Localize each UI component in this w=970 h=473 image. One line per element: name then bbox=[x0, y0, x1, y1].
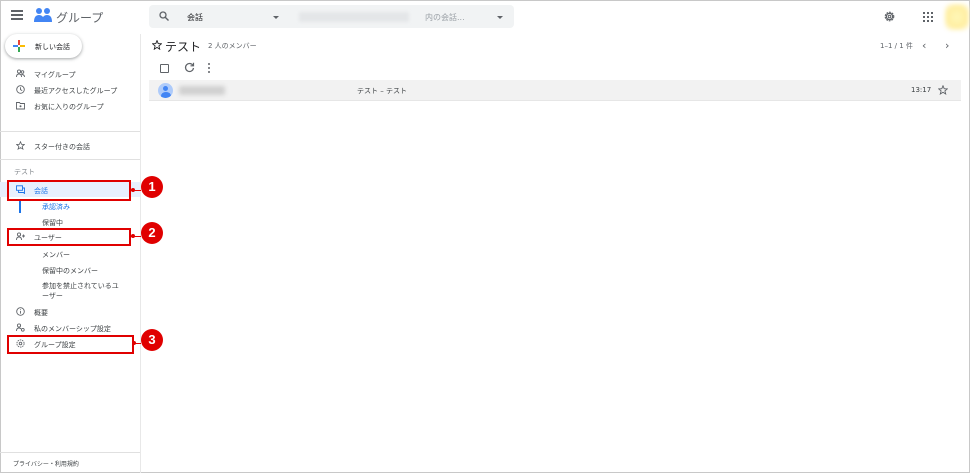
sidebar-item-label: 私のメンバーシップ設定 bbox=[34, 325, 111, 333]
select-all-checkbox[interactable] bbox=[160, 64, 169, 73]
sidebar-subitem-banned-users[interactable]: 参加を禁止されているユ ーザー bbox=[42, 281, 119, 301]
next-page-icon[interactable]: › bbox=[945, 39, 949, 52]
search-scope-select[interactable]: 会話 bbox=[187, 12, 203, 23]
more-options-icon[interactable] bbox=[208, 63, 211, 73]
sidebar-item-favorite-groups[interactable]: お気に入りのグループ bbox=[0, 98, 140, 113]
new-conversation-label: 新しい会話 bbox=[35, 43, 70, 51]
callout-badge-2: 2 bbox=[141, 222, 163, 244]
plus-icon bbox=[13, 40, 25, 52]
sidebar-subitem-members[interactable]: メンバー bbox=[42, 250, 70, 260]
search-icon[interactable] bbox=[159, 11, 169, 21]
sender-name-redacted bbox=[179, 86, 225, 95]
conversation-row[interactable]: テスト – テスト 13:17 bbox=[149, 80, 961, 101]
search-group-name-redacted bbox=[299, 12, 409, 22]
callout-dot-3 bbox=[132, 341, 136, 345]
hamburger-menu-icon[interactable] bbox=[11, 10, 23, 22]
group-title: テスト bbox=[165, 40, 202, 54]
sidebar-divider bbox=[0, 159, 140, 160]
settings-gear-icon[interactable] bbox=[883, 10, 896, 23]
sender-avatar bbox=[158, 83, 173, 98]
member-count[interactable]: 2 人のメンバー bbox=[208, 41, 257, 51]
search-input[interactable]: 内の会話... bbox=[425, 12, 465, 23]
refresh-icon[interactable] bbox=[184, 62, 195, 73]
sidebar-border bbox=[140, 34, 141, 473]
callout-dot-2 bbox=[131, 234, 135, 238]
group-section-label: テスト bbox=[14, 168, 35, 176]
sidebar-item-label: スター付きの会話 bbox=[34, 143, 90, 151]
sidebar-subitem-approved[interactable]: 承認済み bbox=[42, 202, 70, 212]
conversation-subject: テスト – テスト bbox=[357, 87, 407, 95]
favorite-group-star-icon[interactable] bbox=[152, 40, 162, 50]
previous-page-icon[interactable]: ‹ bbox=[922, 39, 926, 52]
app-title[interactable]: グループ bbox=[56, 9, 103, 26]
sidebar-divider bbox=[0, 131, 140, 132]
sidebar-item-about[interactable]: 概要 bbox=[0, 304, 140, 319]
banned-users-label-line1: 参加を禁止されているユ bbox=[42, 282, 119, 290]
clock-icon bbox=[16, 85, 25, 94]
star-conversation-icon[interactable] bbox=[938, 85, 948, 95]
new-conversation-button[interactable]: 新しい会話 bbox=[5, 34, 82, 58]
sidebar-item-label: 概要 bbox=[34, 309, 48, 317]
pagination-range: 1–1 / 1 件 bbox=[880, 42, 913, 50]
sidebar-item-label: お気に入りのグループ bbox=[34, 103, 104, 111]
banned-users-label-line2: ーザー bbox=[42, 292, 63, 300]
groups-icon bbox=[16, 69, 25, 78]
sidebar-subitem-pending-members[interactable]: 保留中のメンバー bbox=[42, 266, 98, 276]
folder-star-icon bbox=[16, 102, 25, 110]
sidebar-item-recent-groups[interactable]: 最近アクセスしたグループ bbox=[0, 82, 140, 97]
sidebar-item-my-groups[interactable]: マイグループ bbox=[0, 66, 140, 81]
search-bar[interactable]: 会話 内の会話... bbox=[149, 5, 514, 28]
person-settings-icon bbox=[16, 323, 25, 332]
conversation-time: 13:17 bbox=[911, 86, 932, 94]
account-avatar[interactable] bbox=[945, 4, 969, 30]
callout-badge-3: 3 bbox=[141, 329, 163, 351]
sidebar-divider bbox=[0, 452, 140, 453]
top-bar: グループ 会話 内の会話... bbox=[0, 0, 970, 34]
sidebar-item-starred-conversations[interactable]: スター付きの会話 bbox=[0, 138, 140, 153]
callout-dot-1 bbox=[131, 188, 135, 192]
sidebar-item-label: 最近アクセスしたグループ bbox=[34, 87, 118, 95]
sidebar-item-membership-settings[interactable]: 私のメンバーシップ設定 bbox=[0, 320, 140, 335]
apps-grid-icon[interactable] bbox=[923, 12, 933, 22]
callout-badge-1: 1 bbox=[141, 176, 163, 198]
chevron-down-icon[interactable] bbox=[273, 16, 279, 19]
sidebar-subitem-pending[interactable]: 保留中 bbox=[42, 218, 63, 228]
info-icon bbox=[16, 307, 25, 316]
callout-highlight-2 bbox=[7, 228, 131, 246]
groups-logo-icon[interactable] bbox=[34, 7, 52, 23]
callout-highlight-3 bbox=[7, 335, 134, 354]
active-subitem-indicator bbox=[19, 199, 21, 213]
callout-highlight-1 bbox=[7, 180, 131, 201]
star-outline-icon bbox=[16, 141, 25, 150]
chevron-down-icon[interactable] bbox=[497, 16, 503, 19]
privacy-terms-link[interactable]: プライバシー・利用規約 bbox=[13, 459, 79, 468]
sidebar-item-label: マイグループ bbox=[34, 71, 76, 79]
